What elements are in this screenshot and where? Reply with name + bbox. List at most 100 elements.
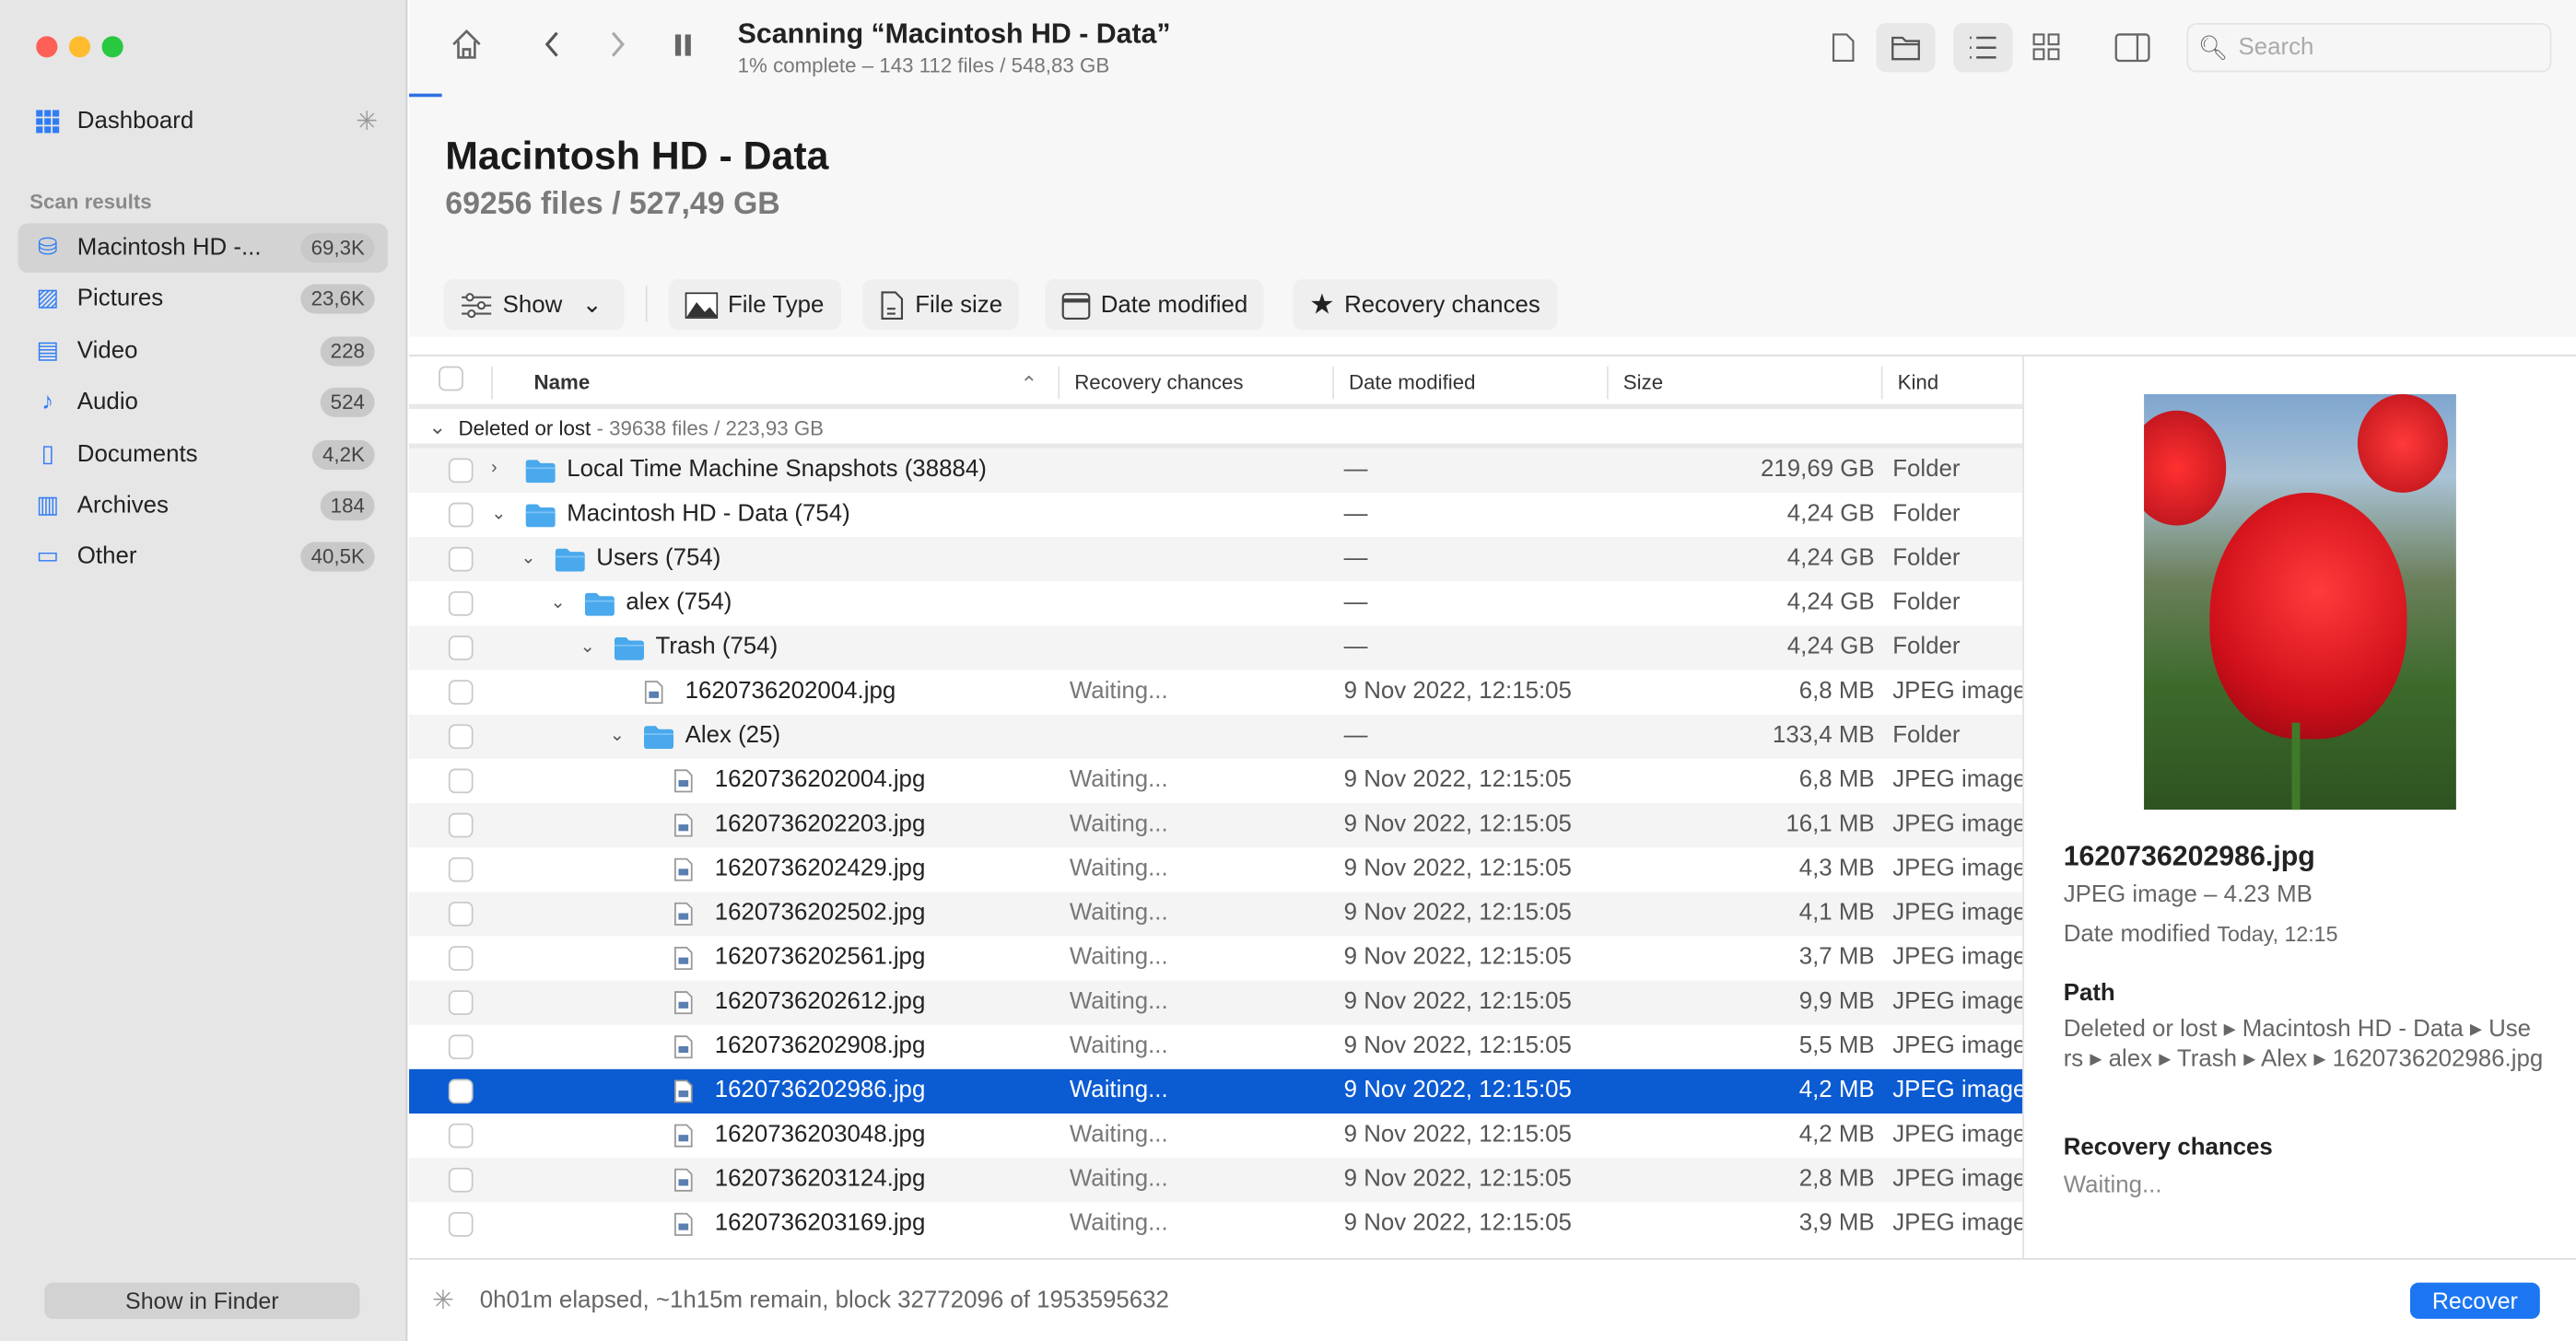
image-icon <box>685 291 719 319</box>
row-date-modified: — <box>1343 589 1368 616</box>
chevron-down-icon[interactable]: ⌄ <box>610 724 625 745</box>
file-size-label: File size <box>915 291 1003 319</box>
grid-view-button[interactable] <box>2018 23 2077 72</box>
row-checkbox[interactable] <box>448 636 474 660</box>
sidebar-item-label: Dashboard <box>76 108 194 135</box>
row-checkbox[interactable] <box>448 1123 474 1149</box>
table-row[interactable]: 1620736203169.jpg Waiting... 9 Nov 2022, 1… <box>409 1202 2022 1246</box>
close-window-button[interactable] <box>36 36 58 58</box>
row-checkbox[interactable] <box>448 546 474 572</box>
pause-icon[interactable] <box>672 27 695 73</box>
table-row[interactable]: 1620736203048.jpg Waiting... 9 Nov 2022, 1… <box>409 1114 2022 1158</box>
group-row-deleted-or-lost[interactable]: ⌄ Deleted or lost - 39638 files / 223,93… <box>409 409 2023 449</box>
row-checkbox[interactable] <box>448 1212 474 1237</box>
sort-ascending-icon[interactable]: ⌃ <box>1020 371 1037 396</box>
row-checkbox[interactable] <box>448 724 474 750</box>
sidebar-item-macintosh-hd[interactable]: ⛁ Macintosh HD -... 69,3K <box>18 223 388 274</box>
row-date-modified: 9 Nov 2022, 12:15:05 <box>1343 988 1572 1016</box>
row-checkbox[interactable] <box>448 458 474 484</box>
table-row[interactable]: ⌄ Users (754) — 4,24 GB Folder <box>409 537 2023 582</box>
row-checkbox[interactable] <box>448 857 474 882</box>
table-row[interactable]: ⌄ Alex (25) — 133,4 MB Folder <box>409 714 2023 759</box>
select-all-checkbox[interactable] <box>439 366 463 391</box>
row-recovery-chances: Waiting... <box>1069 900 1168 927</box>
recover-button[interactable]: Recover <box>2409 1282 2540 1319</box>
table-row[interactable]: 1620736202986.jpg Waiting... 9 Nov 2022, 1… <box>409 1068 2023 1114</box>
file-type-label: File Type <box>727 291 825 319</box>
table-row[interactable]: 1620736202004.jpg Waiting... 9 Nov 2022, 1… <box>409 759 2022 803</box>
row-date-modified: — <box>1343 500 1368 528</box>
show-in-finder-button[interactable]: Show in Finder <box>44 1282 360 1319</box>
row-name: Trash (754) <box>655 634 779 660</box>
row-checkbox[interactable] <box>448 1034 474 1060</box>
chevron-down-icon[interactable]: ⌄ <box>491 503 506 523</box>
status-bar: ✳ 0h01m elapsed, ~1h15m remain, block 32… <box>409 1257 2576 1341</box>
sidebar-item-other[interactable]: ▭ Other 40,5K <box>18 532 388 581</box>
table-row[interactable]: 1620736202612.jpg Waiting... 9 Nov 2022, 1… <box>409 980 2023 1025</box>
forward-icon[interactable] <box>606 27 629 73</box>
show-label: Show <box>502 291 563 319</box>
list-view-button[interactable] <box>1953 22 2013 73</box>
toggle-preview-button[interactable] <box>2102 23 2161 72</box>
page-title: Macintosh HD - Data <box>445 134 829 180</box>
row-kind: JPEG image <box>1892 944 2023 971</box>
row-date-modified: 9 Nov 2022, 12:15:05 <box>1343 810 1572 838</box>
row-checkbox[interactable] <box>448 1167 474 1193</box>
row-date-modified: — <box>1343 545 1368 572</box>
show-filter-button[interactable]: Show ⌄ <box>443 279 625 331</box>
folder-view-button[interactable] <box>1876 22 1936 73</box>
chevron-down-icon[interactable]: ⌄ <box>550 591 565 612</box>
recovery-chances-filter-button[interactable]: ★ Recovery chances <box>1293 279 1557 331</box>
column-kind[interactable]: Kind <box>1898 371 1939 394</box>
column-date-modified[interactable]: Date modified <box>1349 371 1476 394</box>
spinner-icon: ✳ <box>356 108 379 137</box>
minimize-window-button[interactable] <box>68 36 91 58</box>
table-row[interactable]: › Local Time Machine Snapshots (38884) — 21… <box>409 448 2023 493</box>
row-kind: Folder <box>1892 456 1961 484</box>
row-checkbox[interactable] <box>448 812 474 838</box>
table-row[interactable]: 1620736202908.jpg Waiting... 9 Nov 2022, 1… <box>409 1025 2022 1069</box>
chevron-down-icon[interactable]: ⌄ <box>521 547 535 568</box>
sidebar-item-archives[interactable]: ▥ Archives 184 <box>18 481 388 530</box>
row-checkbox[interactable] <box>448 768 474 794</box>
column-name[interactable]: Name <box>534 371 591 394</box>
row-checkbox[interactable] <box>448 1079 474 1104</box>
sidebar-item-documents[interactable]: ▯ Documents 4,2K <box>18 429 388 478</box>
table-row[interactable]: ⌄ alex (754) — 4,24 GB Folder <box>409 581 2022 625</box>
chevron-down-icon[interactable]: ⌄ <box>428 414 446 438</box>
search-input[interactable]: 🔍︎ Search <box>2186 22 2552 73</box>
chevron-down-icon[interactable]: ⌄ <box>580 636 594 657</box>
back-icon[interactable] <box>541 27 564 73</box>
row-checkbox[interactable] <box>448 590 474 616</box>
file-size-filter-button[interactable]: File size <box>862 279 1019 331</box>
sidebar-item-pictures[interactable]: ▨ Pictures 23,6K <box>18 274 388 323</box>
table-row[interactable]: ⌄ Trash (754) — 4,24 GB Folder <box>409 625 2023 670</box>
table-row[interactable]: 1620736202429.jpg Waiting... 9 Nov 2022, 1… <box>409 847 2022 892</box>
file-type-filter-button[interactable]: File Type <box>668 279 841 331</box>
chevron-right-icon[interactable]: › <box>491 459 498 478</box>
row-checkbox[interactable] <box>448 990 474 1016</box>
table-row[interactable]: 1620736202502.jpg Waiting... 9 Nov 2022, 1… <box>409 892 2023 937</box>
row-checkbox[interactable] <box>448 901 474 927</box>
table-row[interactable]: 1620736202561.jpg Waiting... 9 Nov 2022, 1… <box>409 936 2022 980</box>
scan-progress-bar <box>409 93 442 98</box>
sidebar-item-dashboard[interactable]: Dashboard ✳ <box>18 97 388 146</box>
table-row[interactable]: 1620736203124.jpg Waiting... 9 Nov 2022, 1… <box>409 1158 2023 1203</box>
sidebar-item-audio[interactable]: ♪ Audio 524 <box>18 378 388 426</box>
table-row[interactable]: 1620736202004.jpg Waiting... 9 Nov 2022, 1… <box>409 670 2022 715</box>
column-size[interactable]: Size <box>1623 371 1663 394</box>
count-badge: 40,5K <box>300 542 375 573</box>
sidebar-item-video[interactable]: ▤ Video 228 <box>18 326 388 375</box>
zoom-window-button[interactable] <box>101 36 123 58</box>
sidebar-item-label: Documents <box>76 440 198 468</box>
file-view-button[interactable] <box>1814 23 1873 72</box>
home-icon[interactable] <box>449 27 485 73</box>
row-checkbox[interactable] <box>448 502 474 528</box>
column-recovery-chances[interactable]: Recovery chances <box>1074 371 1243 394</box>
table-row[interactable]: ⌄ Macintosh HD - Data (754) — 4,24 GB Folder <box>409 493 2022 537</box>
sidebar-item-label: Archives <box>76 492 169 519</box>
row-checkbox[interactable] <box>448 680 474 705</box>
table-row[interactable]: 1620736202203.jpg Waiting... 9 Nov 2022, 1… <box>409 802 2023 848</box>
row-checkbox[interactable] <box>448 946 474 971</box>
date-modified-filter-button[interactable]: Date modified <box>1045 279 1265 331</box>
